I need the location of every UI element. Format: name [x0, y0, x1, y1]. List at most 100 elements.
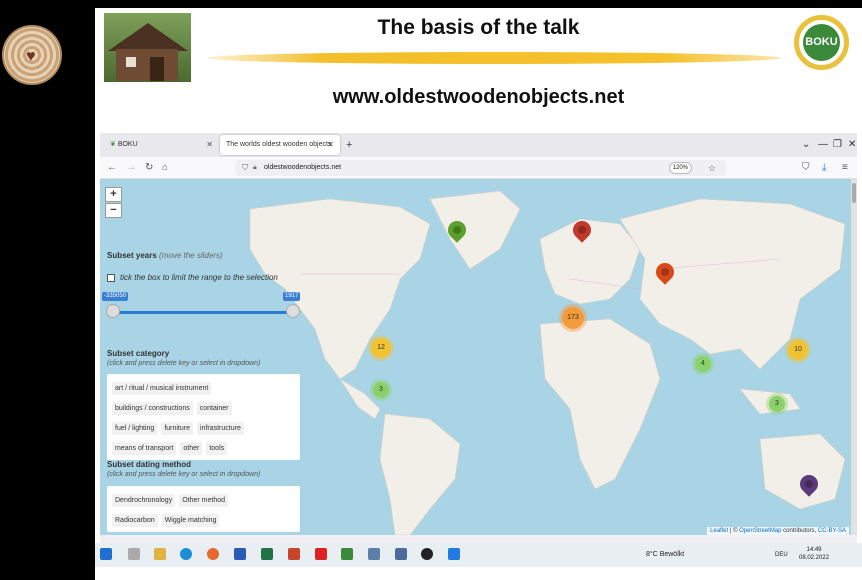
cluster-marker[interactable]: 173 — [559, 304, 587, 332]
subset-dating-hint: (click and press delete key or select in… — [107, 471, 261, 478]
navigation-bar: ← → ↻ ⌂ ⛉ 🔒︎ oldestwoodenobjects.net 120… — [100, 157, 857, 179]
powerpoint-icon[interactable] — [288, 548, 300, 560]
category-chip[interactable]: fuel / lighting — [112, 422, 158, 435]
tab-bar: ❦ BOKU ✕ The worlds oldest wooden object… — [100, 133, 857, 157]
tab-oldest-wooden-objects[interactable]: The worlds oldest wooden objects ✕ — [220, 135, 340, 155]
slide-url: www.oldestwoodenobjects.net — [332, 86, 625, 108]
back-icon[interactable]: ← — [107, 160, 117, 176]
weather-widget[interactable]: 8°C Bewölkt — [646, 551, 684, 558]
bookmark-star-icon[interactable]: ☆ — [708, 160, 716, 176]
cluster-count: 173 — [562, 307, 584, 329]
scrollbar[interactable] — [851, 179, 857, 535]
app-icon[interactable] — [421, 548, 433, 560]
presentation-slide: The basis of the talk BOKU www.oldestwoo… — [95, 8, 862, 580]
dating-method-select[interactable]: Dendrochronology Other method Radiocarbon… — [107, 486, 300, 532]
save-icon[interactable] — [395, 548, 407, 560]
excel-icon[interactable] — [261, 548, 273, 560]
dating-chip[interactable]: Dendrochronology — [112, 494, 176, 507]
tree-ring-heart-logo: ♥ — [2, 25, 62, 85]
osm-link[interactable]: OpenStreetMap — [739, 528, 781, 534]
reload-icon[interactable]: ↻ — [145, 160, 153, 176]
menu-icon[interactable]: ≡ — [842, 160, 848, 176]
app-icon[interactable] — [448, 548, 460, 560]
cluster-marker[interactable]: 3 — [370, 379, 392, 401]
edge-icon[interactable] — [180, 548, 192, 560]
pdf-icon[interactable] — [315, 548, 327, 560]
clock-time: 14:49 — [806, 547, 822, 553]
category-chip[interactable]: buildings / constructions — [112, 402, 193, 415]
tab-label: The worlds oldest wooden objects — [226, 141, 332, 148]
file-explorer-icon[interactable] — [154, 548, 166, 560]
start-icon[interactable] — [100, 548, 112, 560]
zoom-badge[interactable]: 120% — [668, 162, 692, 174]
slider-max-value: 1917 — [283, 292, 301, 301]
clock-date: 08.02.2022 — [799, 555, 830, 561]
close-tab-icon[interactable]: ✕ — [327, 135, 334, 155]
app-icon[interactable] — [341, 548, 353, 560]
calculator-icon[interactable] — [368, 548, 380, 560]
cluster-marker[interactable]: 4 — [692, 353, 714, 375]
close-tab-icon[interactable]: ✕ — [206, 135, 213, 155]
windows-taskbar: 8°C Bewölkt DEU 14:49 08.02.2022 — [95, 543, 862, 567]
task-view-icon[interactable] — [128, 548, 140, 560]
cluster-count: 10 — [788, 340, 808, 360]
tab-label: BOKU — [117, 141, 138, 148]
browser-window: ❦ BOKU ✕ The worlds oldest wooden object… — [100, 133, 857, 543]
download-icon[interactable]: ⤓ — [822, 160, 826, 176]
category-chip[interactable]: container — [196, 402, 232, 415]
subset-dating-heading: Subset dating method — [107, 460, 191, 469]
forward-icon[interactable]: → — [126, 160, 136, 176]
heart-icon: ♥ — [26, 48, 36, 65]
new-tab-icon[interactable]: + — [346, 135, 352, 155]
lock-icon: 🔒︎ — [253, 164, 257, 171]
cluster-count: 3 — [769, 396, 785, 412]
license-link[interactable]: CC-BY-SA — [818, 528, 846, 534]
boku-logo-text: BOKU — [803, 24, 840, 61]
language-indicator[interactable]: DEU — [775, 552, 788, 558]
year-slider-track[interactable] — [112, 311, 292, 314]
home-icon[interactable]: ⌂ — [162, 160, 168, 176]
subset-years-heading: Subset years (move the sliders) — [107, 251, 223, 260]
dating-chip[interactable]: Wiggle matching — [161, 514, 220, 527]
category-chip[interactable]: furniture — [161, 422, 193, 435]
filter-panel: Subset years (move the sliders) tick the… — [100, 179, 310, 535]
clock[interactable]: 14:49 08.02.2022 — [799, 546, 829, 562]
dating-chip[interactable]: Other method — [179, 494, 229, 507]
address-text: oldestwoodenobjects.net — [264, 164, 342, 171]
cluster-count: 4 — [695, 356, 711, 372]
slider-min-handle[interactable] — [106, 304, 120, 318]
minimize-icon[interactable]: — — [818, 136, 828, 154]
limit-range-checkbox[interactable] — [107, 274, 115, 282]
slider-min-value: -335050 — [102, 292, 129, 301]
limit-range-label: tick the box to limit the range to the s… — [120, 273, 278, 282]
address-bar[interactable]: ⛉ 🔒︎ oldestwoodenobjects.net 120% ☆ — [236, 160, 726, 176]
category-chip[interactable]: art / ritual / musical instrument — [112, 382, 212, 395]
word-icon[interactable] — [234, 548, 246, 560]
cluster-marker[interactable]: 12 — [368, 335, 394, 361]
category-select[interactable]: art / ritual / musical instrument buildi… — [107, 374, 300, 460]
yellow-brush-stroke — [207, 52, 781, 64]
category-chip[interactable]: tools — [206, 442, 228, 455]
category-chip[interactable]: other — [180, 442, 203, 455]
leaflet-link[interactable]: Leaflet — [710, 528, 728, 534]
tab-boku[interactable]: ❦ BOKU ✕ — [104, 135, 219, 155]
left-black-panel: ♥ — [0, 0, 95, 580]
slider-max-handle[interactable] — [286, 304, 300, 318]
boku-logo: BOKU — [794, 15, 849, 70]
cluster-marker[interactable]: 10 — [785, 337, 811, 363]
close-window-icon[interactable]: ✕ — [848, 136, 856, 154]
map-attribution: Leaflet | © OpenStreetMap contributors, … — [707, 527, 849, 535]
cluster-marker[interactable]: 3 — [766, 393, 788, 415]
chevron-down-icon[interactable]: ⌄ — [802, 136, 810, 154]
firefox-icon[interactable] — [207, 548, 219, 560]
dating-chip[interactable]: Radiocarbon — [112, 514, 158, 527]
world-map[interactable]: + − Subset years (move the sliders) tick… — [100, 179, 851, 535]
cluster-count: 12 — [371, 338, 391, 358]
pocket-icon[interactable]: ⛉ — [802, 160, 810, 176]
restore-icon[interactable]: ❐ — [833, 136, 842, 154]
category-chip[interactable]: means of transport — [112, 442, 177, 455]
slide-title: The basis of the talk — [377, 16, 580, 39]
shield-icon: ⛉ — [242, 163, 248, 172]
category-chip[interactable]: infrastructure — [197, 422, 244, 435]
boku-favicon-icon: ❦ — [110, 141, 118, 148]
